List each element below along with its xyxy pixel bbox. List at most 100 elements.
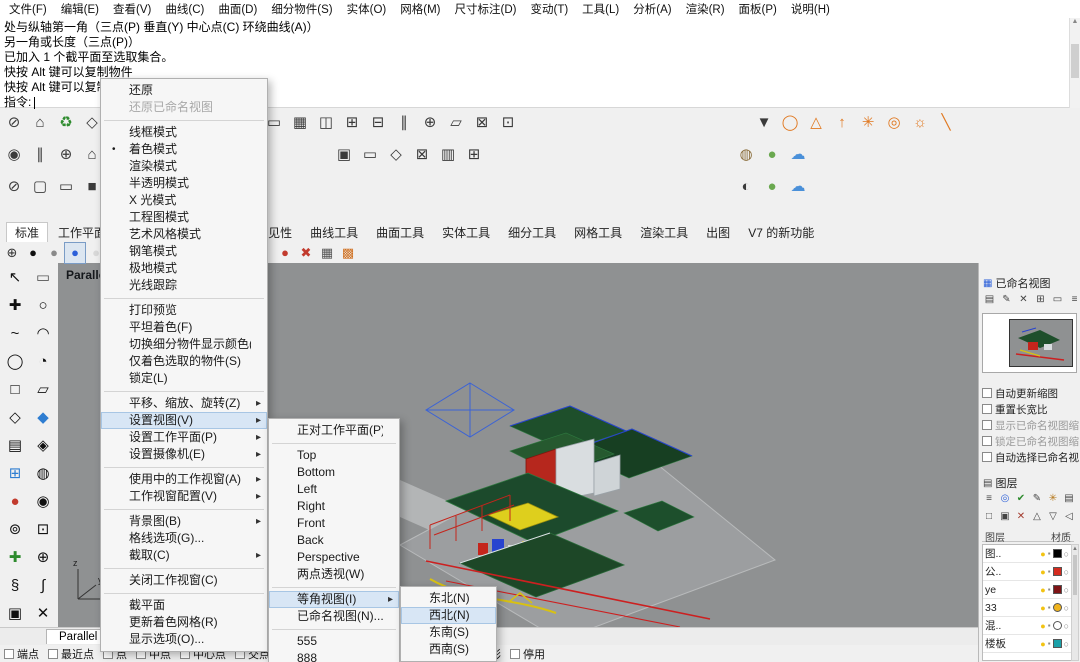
menu-item[interactable]: • 555 ▸ — [269, 633, 399, 650]
menu-item[interactable]: • 工作视窗配置(V) ▸ — [101, 488, 267, 505]
toolbar-icon[interactable]: ☁ — [786, 142, 810, 166]
toolbar-icon[interactable]: ◉ — [2, 142, 26, 166]
toolbar-icon[interactable]: ▢ — [28, 174, 52, 198]
toolbar-tab[interactable]: V7 的新功能 — [740, 223, 822, 242]
toolbar-icon[interactable]: ⊕ — [54, 142, 78, 166]
sidebar-tool-icon[interactable]: ∫ — [29, 571, 57, 599]
toolbar-tab[interactable]: 曲线工具 — [302, 223, 366, 242]
osnap-toggle[interactable]: 停用 — [510, 646, 545, 662]
scrollbar-thumb[interactable] — [1073, 555, 1077, 595]
layers-scrollbar[interactable]: ▲ — [1071, 544, 1079, 661]
option-row[interactable]: 自动更新缩图 — [982, 385, 1079, 401]
menu-item[interactable]: • 平移、缩放、旋转(Z) ▸ — [101, 395, 267, 412]
toolbar-icon[interactable]: ◍ — [734, 142, 758, 166]
menu-item[interactable]: • ▸ — [269, 585, 399, 589]
sidebar-tool-icon[interactable]: ~ — [1, 319, 29, 347]
command-scrollbar[interactable]: ▲ — [1069, 18, 1080, 108]
menu-bar-item[interactable]: 分析(A) — [626, 0, 678, 19]
panel-tool-icon[interactable]: ✎ — [1000, 293, 1013, 306]
sidebar-tool-icon[interactable]: ⊞ — [1, 459, 29, 487]
toolbar-icon[interactable]: ▭ — [54, 174, 78, 198]
toolbar-icon[interactable]: ◯ — [778, 110, 802, 134]
layer-row[interactable]: ye ● ▪ ○ — [983, 581, 1071, 599]
panel-tool-icon[interactable]: ✕ — [1017, 293, 1030, 306]
toolbar-icon[interactable]: ⊠ — [470, 110, 494, 134]
sidebar-tool-icon[interactable]: ✚ — [1, 543, 29, 571]
osnap-toggle[interactable]: 最近点 — [48, 646, 94, 662]
toolbar-icon[interactable]: ⊞ — [462, 142, 486, 166]
sidebar-tool-icon[interactable]: ○ — [29, 291, 57, 319]
panel-tool-icon[interactable]: ⊞ — [1034, 293, 1047, 306]
layer-tool-icon[interactable]: ◎ — [999, 492, 1011, 505]
toolbar-icon[interactable]: ◫ — [314, 110, 338, 134]
toolbar-tab[interactable]: 渲染工具 — [632, 223, 696, 242]
palette-icon[interactable]: ✖ — [296, 243, 316, 263]
sidebar-tool-icon[interactable]: ✕ — [29, 599, 57, 627]
menu-item[interactable]: • Back ▸ — [269, 532, 399, 549]
sidebar-tool-icon[interactable]: ⊡ — [29, 515, 57, 543]
menu-item[interactable]: • Right ▸ — [269, 498, 399, 515]
menu-item[interactable]: • 两点透视(W) ▸ — [269, 566, 399, 583]
menu-item[interactable]: • 艺术风格模式 ▸ — [101, 226, 267, 243]
layer-tool-icon[interactable]: □ — [983, 510, 995, 523]
toolbar-icon[interactable]: ▦ — [288, 110, 312, 134]
layer-tool-icon[interactable]: ◁ — [1063, 510, 1075, 523]
toolbar-icon[interactable]: ◐ — [734, 174, 758, 198]
menu-item[interactable]: • ▸ — [269, 627, 399, 631]
layer-tool-icon[interactable]: ✳ — [1047, 492, 1059, 505]
option-row[interactable]: 锁定已命名视图缩图 — [982, 433, 1079, 449]
bulb-icon[interactable]: ● — [1040, 549, 1045, 559]
toolbar-icon[interactable]: △ — [804, 110, 828, 134]
lock-icon[interactable]: ▪ — [1048, 603, 1051, 612]
panel-tool-icon[interactable]: ▭ — [1051, 293, 1064, 306]
menu-item[interactable]: • X 光模式 ▸ — [101, 192, 267, 209]
option-row[interactable]: 自动选择已命名视图图像 — [982, 449, 1079, 465]
menu-item[interactable]: • Bottom ▸ — [269, 464, 399, 481]
menu-item[interactable]: • 工程图模式 ▸ — [101, 209, 267, 226]
menu-item[interactable]: • Front ▸ — [269, 515, 399, 532]
menu-item[interactable]: • 极地模式 ▸ — [101, 260, 267, 277]
menu-item[interactable]: • ▸ — [101, 118, 267, 122]
layer-tool-icon[interactable]: ✕ — [1015, 510, 1027, 523]
checkbox[interactable] — [4, 648, 14, 659]
toolbar-tab[interactable]: 网格工具 — [566, 223, 630, 242]
menu-item[interactable]: • Perspective ▸ — [269, 549, 399, 566]
layer-tool-icon[interactable]: ▽ — [1047, 510, 1059, 523]
layer-tool-icon[interactable]: △ — [1031, 510, 1043, 523]
layer-color-swatch[interactable] — [1052, 621, 1062, 630]
toolbar-icon[interactable]: ● — [760, 174, 784, 198]
toolbar-tab[interactable]: 标准 — [6, 222, 49, 242]
lock-icon[interactable]: ▪ — [1048, 639, 1051, 648]
toolbar-icon[interactable]: ☼ — [908, 110, 932, 134]
palette-icon[interactable]: ● — [44, 243, 64, 263]
material-icon[interactable]: ○ — [1064, 549, 1069, 559]
sidebar-tool-icon[interactable]: ▣ — [1, 599, 29, 627]
sidebar-tool-icon[interactable]: ⊚ — [1, 515, 29, 543]
toolbar-icon[interactable]: ⊟ — [366, 110, 390, 134]
layer-row[interactable]: 33 ● ▪ ○ — [983, 599, 1071, 617]
menu-bar-item[interactable]: 编辑(E) — [54, 0, 106, 19]
menu-bar-item[interactable]: 网格(M) — [393, 0, 447, 19]
menu-item[interactable]: • 设置视图(V) ▸ — [101, 412, 267, 429]
menu-item[interactable]: • 打印预览 ▸ — [101, 302, 267, 319]
toolbar-icon[interactable]: ⌂ — [28, 110, 52, 134]
sidebar-tool-icon[interactable]: ✚ — [1, 291, 29, 319]
checkbox[interactable] — [982, 388, 992, 398]
toolbar-icon[interactable]: ☁ — [786, 174, 810, 198]
menu-item[interactable]: • 切换细分物件显示颜色(S) ▸ — [101, 336, 267, 353]
bulb-icon[interactable]: ● — [1040, 567, 1045, 577]
toolbar-icon[interactable]: ▣ — [332, 142, 356, 166]
sidebar-tool-icon[interactable]: ◉ — [29, 487, 57, 515]
layer-color-swatch[interactable] — [1052, 585, 1062, 594]
sidebar-tool-icon[interactable]: ▤ — [1, 431, 29, 459]
toolbar-icon[interactable]: ◇ — [384, 142, 408, 166]
menu-item[interactable]: • 渲染模式 ▸ — [101, 158, 267, 175]
layer-tool-icon[interactable]: ✔ — [1015, 492, 1027, 505]
toolbar-tab[interactable]: 出图 — [698, 223, 738, 242]
layer-row[interactable]: 图.. ● ▪ ○ — [983, 545, 1071, 563]
menu-item[interactable]: • 格线选项(G)... ▸ — [101, 530, 267, 547]
scrollbar-thumb[interactable] — [1071, 44, 1079, 78]
toolbar-icon[interactable]: ▥ — [436, 142, 460, 166]
menu-item[interactable]: • Left ▸ — [269, 481, 399, 498]
menu-item[interactable]: • 使用中的工作视窗(A) ▸ — [101, 471, 267, 488]
